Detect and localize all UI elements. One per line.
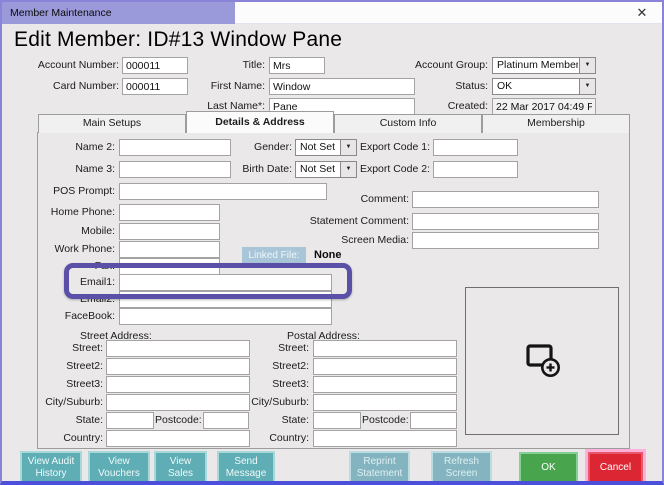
account-number-field[interactable] [122, 57, 188, 74]
account-group-label: Account Group: [380, 57, 488, 74]
status-label: Status: [380, 78, 488, 95]
tab-details-address[interactable]: Details & Address [186, 111, 334, 133]
window-title: Member Maintenance [2, 2, 235, 24]
member-photo-box[interactable] [465, 287, 619, 435]
dropdown-arrow-icon[interactable]: ▼ [579, 79, 595, 94]
account-group-value: Platinum Members [497, 58, 578, 73]
first-name-label: First Name: [195, 78, 265, 95]
card-number-field[interactable] [122, 78, 188, 95]
ok-button[interactable]: OK [519, 452, 578, 483]
created-label: Created: [380, 98, 488, 115]
reprint-statement-button[interactable]: Reprint Statement [349, 451, 410, 484]
tab-main-setups[interactable]: Main Setups [38, 114, 186, 133]
title-field[interactable] [269, 57, 325, 74]
view-sales-button[interactable]: View Sales [154, 451, 207, 484]
view-audit-history-button[interactable]: View Audit History [20, 451, 82, 484]
dropdown-arrow-icon[interactable]: ▼ [579, 58, 595, 73]
status-select[interactable]: OK ▼ [492, 78, 596, 95]
close-icon[interactable]: ✕ [634, 5, 650, 21]
account-group-select[interactable]: Platinum Members ▼ [492, 57, 596, 74]
member-maintenance-window: Member Maintenance ✕ Edit Member: ID#13 … [0, 0, 664, 485]
tab-membership[interactable]: Membership [482, 114, 630, 133]
add-photo-icon [521, 338, 563, 385]
send-message-button[interactable]: Send Message [217, 451, 275, 484]
title-bar: Member Maintenance ✕ [2, 2, 662, 24]
view-vouchers-button[interactable]: View Vouchers [88, 451, 150, 484]
account-number-label: Account Number: [22, 57, 119, 74]
created-field [492, 98, 596, 115]
status-value: OK [497, 79, 578, 94]
cancel-button[interactable]: Cancel [588, 452, 643, 483]
page-title: Edit Member: ID#13 Window Pane [14, 28, 342, 52]
refresh-screen-button[interactable]: Refresh Screen [431, 451, 492, 484]
card-number-label: Card Number: [22, 78, 119, 95]
title-label: Title: [195, 57, 265, 74]
tab-custom-info[interactable]: Custom Info [334, 114, 482, 133]
